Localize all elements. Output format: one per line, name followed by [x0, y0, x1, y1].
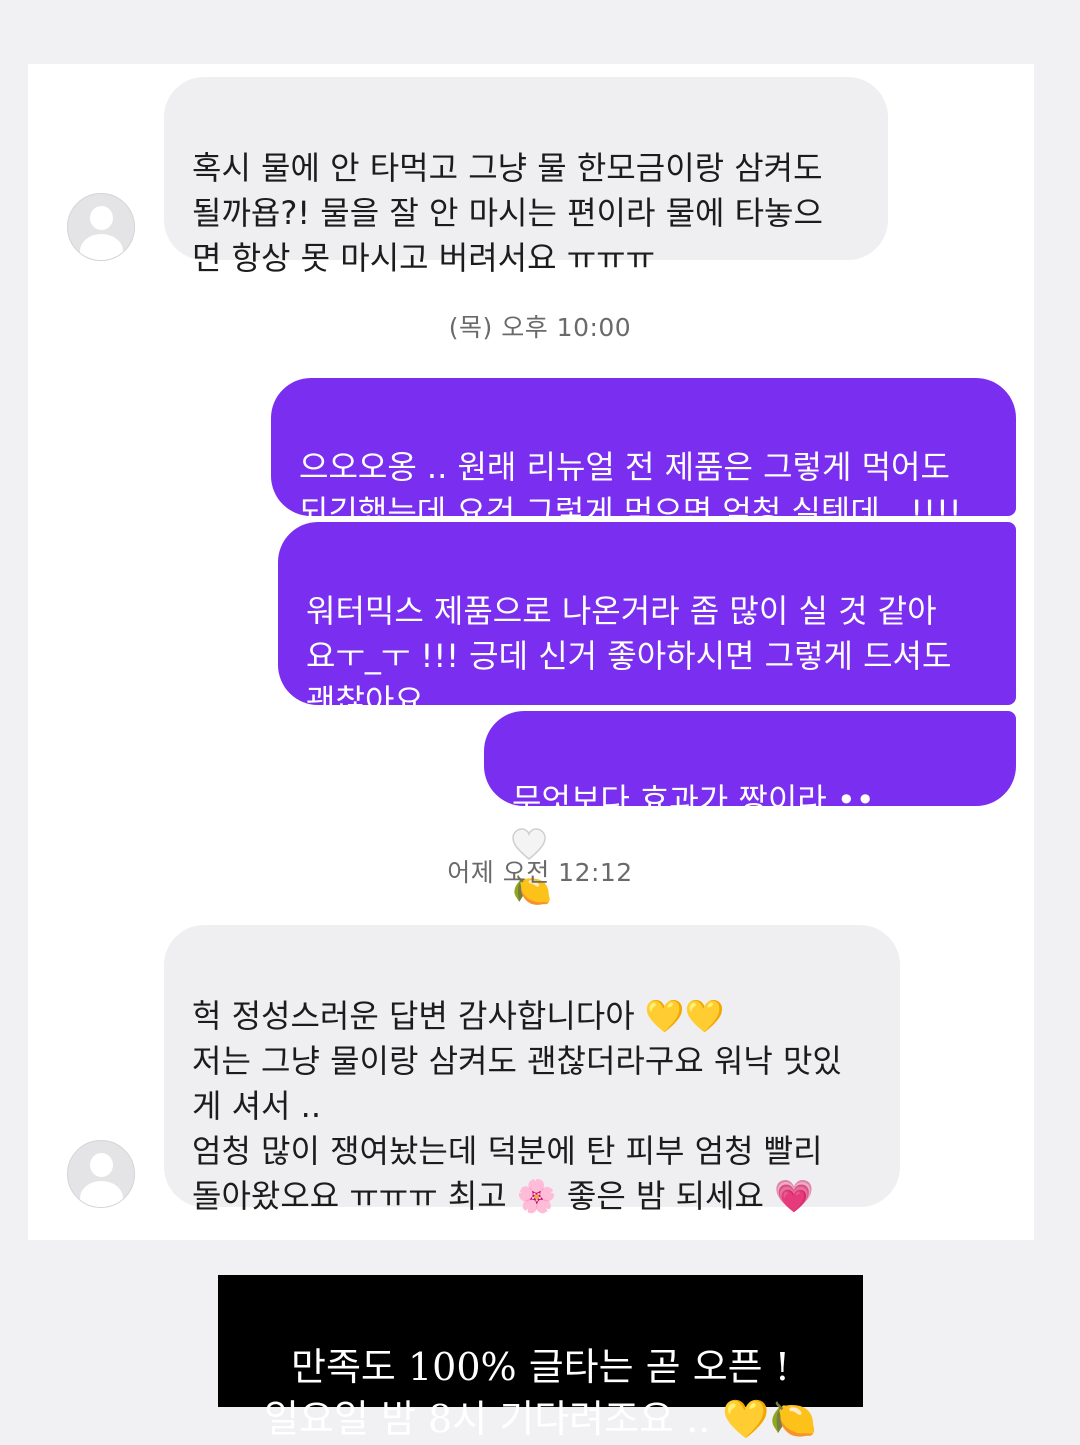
- sender-avatar[interactable]: [67, 1140, 135, 1208]
- outgoing-message-2[interactable]: 워터믹스 제품으로 나온거라 좀 많이 실 것 같아 요ㅜ_ㅜ !!! 긍데 신…: [278, 522, 1016, 720]
- avatar-head-shape: [90, 1153, 113, 1177]
- caption-banner: 만족도 100% 글타는 곧 오픈 ! 일요일 밤 8시 기다려조요 .. 💛🍋: [218, 1275, 863, 1441]
- message-text: 헉 정성스러운 답변 감사합니다아 💛💛 저는 그냥 물이랑 삼켜도 괜찮더라구…: [192, 997, 842, 1215]
- avatar-shoulders-shape: [80, 1181, 123, 1207]
- message-text: 무엇보다 효과가 짱이라 ••: [512, 781, 875, 819]
- message-text: 혹시 물에 안 타먹고 그냥 물 한모금이랑 삼켜도 될까욥?! 물을 잘 안 …: [192, 149, 823, 277]
- message-text: 으오오옹 .. 원래 리뉴얼 전 제품은 그렇게 먹어도 되긴했는데 요건 그렇…: [299, 448, 962, 531]
- incoming-message-2[interactable]: 헉 정성스러운 답변 감사합니다아 💛💛 저는 그냥 물이랑 삼켜도 괜찮더라구…: [164, 925, 900, 1215]
- caption-text: 만족도 100% 글타는 곧 오픈 ! 일요일 밤 8시 기다려조요 .. 💛🍋: [264, 1345, 817, 1441]
- outgoing-message-3[interactable]: 무엇보다 효과가 짱이라 •• 🍋: [484, 711, 1016, 909]
- outgoing-message-1[interactable]: 으오오옹 .. 원래 리뉴얼 전 제품은 그렇게 먹어도 되긴했는데 요건 그렇…: [271, 378, 1016, 531]
- timestamp-1: (목) 오후 10:00: [448, 313, 632, 342]
- timestamp-2: 어제 오전 12:12: [447, 858, 633, 887]
- avatar-head-shape: [90, 206, 113, 230]
- sender-avatar[interactable]: [67, 193, 135, 261]
- message-text: 워터믹스 제품으로 나온거라 좀 많이 실 것 같아 요ㅜ_ㅜ !!! 긍데 신…: [306, 592, 952, 720]
- avatar-shoulders-shape: [80, 234, 123, 260]
- incoming-message-1[interactable]: 혹시 물에 안 타먹고 그냥 물 한모금이랑 삼켜도 될까욥?! 물을 잘 안 …: [164, 77, 888, 277]
